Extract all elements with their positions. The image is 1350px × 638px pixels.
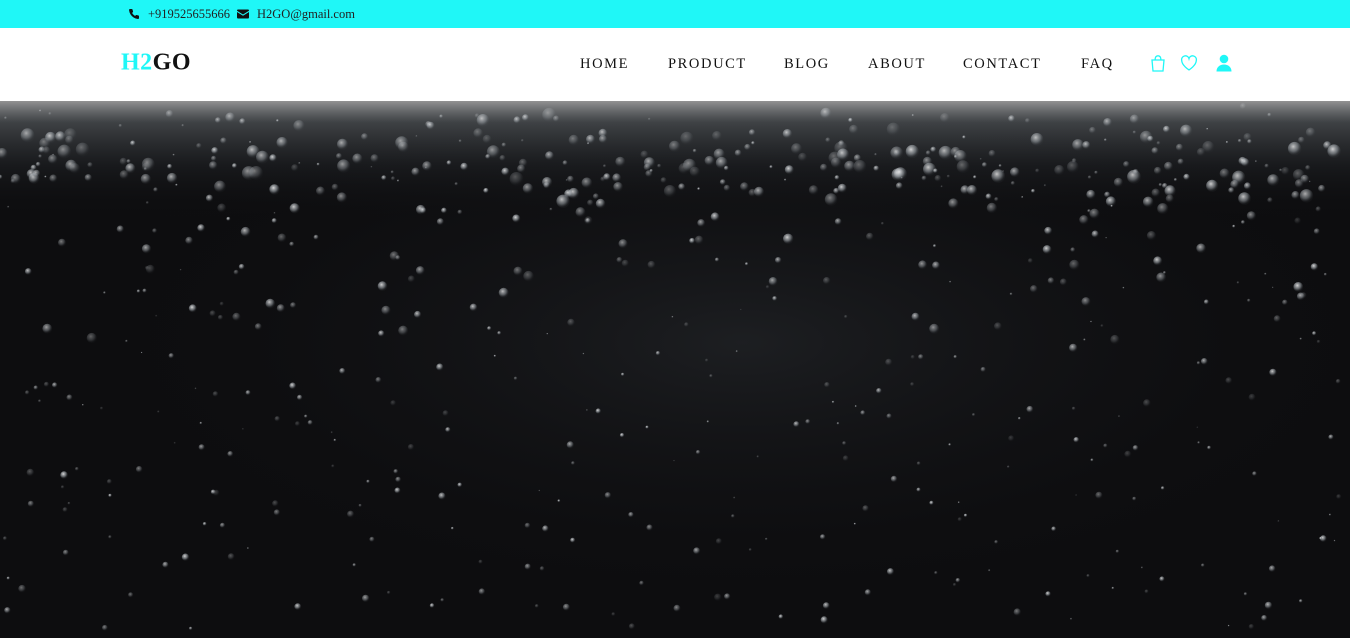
nav-contact[interactable]: CONTACT <box>963 56 1042 73</box>
underwater-bubbles-photo <box>0 101 1350 638</box>
phone-icon <box>129 8 140 20</box>
nav-about[interactable]: ABOUT <box>868 56 926 73</box>
shopping-bag-icon <box>1151 54 1165 72</box>
site-logo[interactable]: H2GO <box>121 50 191 77</box>
top-contact-bar: +919525655666 H2GO@gmail.com <box>0 0 1350 28</box>
logo-h2: H2 <box>121 49 153 76</box>
user-icon <box>1216 54 1232 72</box>
wishlist-button[interactable] <box>1179 52 1199 74</box>
phone-contact[interactable]: +919525655666 <box>128 0 230 28</box>
nav-faq[interactable]: FAQ <box>1081 56 1114 73</box>
cart-button[interactable] <box>1148 52 1168 74</box>
email-contact[interactable]: H2GO@gmail.com <box>237 0 355 28</box>
heart-icon <box>1180 55 1198 71</box>
nav-home[interactable]: HOME <box>580 56 629 73</box>
account-button[interactable] <box>1214 52 1234 74</box>
phone-number: +919525655666 <box>148 6 231 21</box>
hero-banner <box>0 101 1350 638</box>
nav-product[interactable]: PRODUCT <box>668 56 747 73</box>
main-header: H2GO HOME PRODUCT BLOG ABOUT CONTACT FAQ <box>0 28 1350 101</box>
nav-blog[interactable]: BLOG <box>784 56 830 73</box>
logo-go: GO <box>152 49 192 76</box>
envelope-icon <box>237 9 249 19</box>
email-address: H2GO@gmail.com <box>257 6 355 21</box>
